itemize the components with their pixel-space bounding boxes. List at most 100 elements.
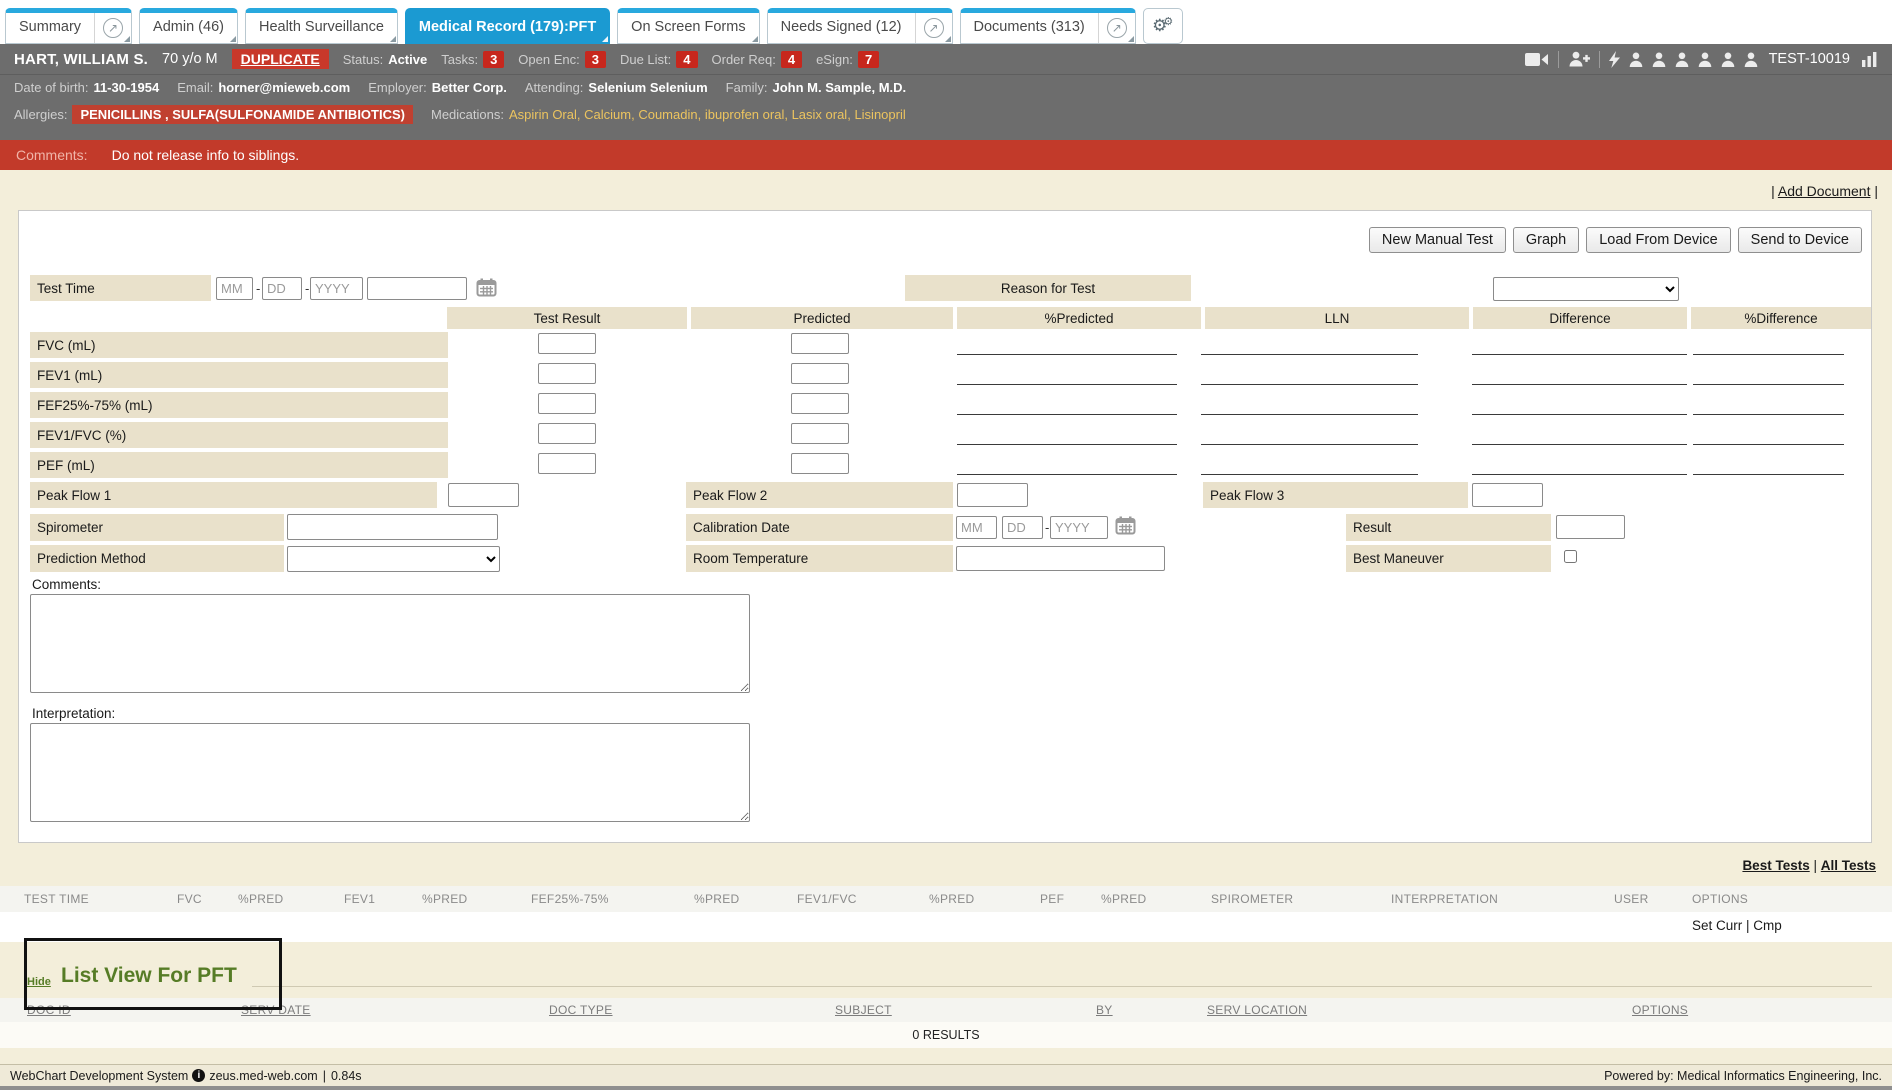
medication-link[interactable]: Lisinopril	[854, 107, 905, 122]
medications-label: Medications:	[431, 107, 504, 122]
open-enc-label: Open Enc:	[518, 52, 579, 67]
calibration-day-input[interactable]	[1002, 516, 1043, 539]
bar-chart-icon[interactable]	[1861, 52, 1878, 67]
interpretation-textarea[interactable]	[30, 723, 750, 822]
person-icon[interactable]	[1698, 52, 1712, 67]
doc-col-by[interactable]: BY	[1096, 1003, 1207, 1017]
add-document-link[interactable]: Add Document	[1778, 183, 1871, 199]
medication-link[interactable]: Lasix oral	[792, 107, 855, 122]
settings-gear-button[interactable]: ⚙⚙	[1143, 8, 1183, 44]
info-icon[interactable]: i	[192, 1069, 205, 1082]
best-tests-link[interactable]: Best Tests	[1742, 858, 1809, 873]
documents-popout-button[interactable]: ↗	[1098, 13, 1135, 43]
send-to-device-button[interactable]: Send to Device	[1738, 227, 1862, 253]
open-enc-count-badge[interactable]: 3	[585, 51, 606, 68]
fev1-predicted-input[interactable]	[791, 363, 849, 384]
peak-flow-1-input[interactable]	[448, 483, 519, 507]
employer-label: Employer:	[368, 80, 427, 95]
results-col-fev1-fvc: FEV1/FVC	[797, 892, 929, 906]
medication-link[interactable]: ibuprofen oral	[705, 107, 792, 122]
test-time-month-input[interactable]	[216, 277, 253, 300]
column-header-pct-difference: %Difference	[1691, 307, 1871, 329]
prediction-method-label: Prediction Method	[30, 545, 284, 572]
tab-needs-signed[interactable]: Needs Signed (12) ↗	[767, 8, 953, 44]
load-from-device-button[interactable]: Load From Device	[1586, 227, 1730, 253]
fev1-fvc-test-result-input[interactable]	[538, 423, 596, 444]
calendar-icon[interactable]	[476, 278, 497, 297]
calibration-year-input[interactable]	[1050, 516, 1108, 539]
best-maneuver-checkbox[interactable]	[1564, 550, 1577, 563]
due-list-count-badge[interactable]: 4	[676, 51, 697, 68]
fef-difference-line	[1472, 414, 1687, 415]
footer-bar: WebChart Development System i zeus.med-w…	[0, 1064, 1892, 1086]
duplicate-badge[interactable]: DUPLICATE	[232, 49, 329, 69]
person-icon[interactable]	[1629, 52, 1643, 67]
interpretation-field-label: Interpretation:	[32, 706, 115, 721]
medication-link[interactable]: Calcium	[584, 107, 638, 122]
tab-admin[interactable]: Admin (46)	[139, 8, 238, 44]
tab-health-surveillance[interactable]: Health Surveillance	[245, 8, 398, 44]
tasks-count-badge[interactable]: 3	[483, 51, 504, 68]
test-time-year-input[interactable]	[310, 277, 363, 300]
footer-host: zeus.med-web.com	[209, 1069, 317, 1083]
results-col-user: USER	[1614, 892, 1692, 906]
person-icon[interactable]	[1721, 52, 1735, 67]
esign-count-badge[interactable]: 7	[858, 51, 879, 68]
hide-list-view-link[interactable]: Hide	[27, 976, 51, 988]
graph-button[interactable]: Graph	[1513, 227, 1579, 253]
tab-on-screen-forms[interactable]: On Screen Forms	[617, 8, 759, 44]
footer-app-name: WebChart Development System	[10, 1069, 188, 1083]
dob-label: Date of birth:	[14, 80, 88, 95]
person-icon[interactable]	[1744, 52, 1758, 67]
person-icon[interactable]	[1652, 52, 1666, 67]
calibration-date-label: Calibration Date	[686, 514, 953, 541]
calendar-icon[interactable]	[1115, 516, 1136, 535]
doc-col-options[interactable]: OPTIONS	[1632, 1003, 1892, 1017]
test-time-day-input[interactable]	[262, 277, 302, 300]
reason-for-test-select[interactable]	[1493, 277, 1679, 301]
doc-col-serv-date[interactable]: SERV DATE	[241, 1003, 549, 1017]
doc-col-serv-location[interactable]: SERV LOCATION	[1207, 1003, 1632, 1017]
medication-link[interactable]: Coumadin	[638, 107, 705, 122]
doc-col-subject[interactable]: SUBJECT	[835, 1003, 1096, 1017]
tab-needs-signed-label: Needs Signed (12)	[768, 13, 915, 43]
row-label-fef: FEF25%-75% (mL)	[30, 392, 448, 418]
calibration-month-input[interactable]	[956, 516, 997, 539]
fvc-test-result-input[interactable]	[538, 333, 596, 354]
lightning-bolt-icon[interactable]	[1609, 51, 1620, 68]
pef-predicted-input[interactable]	[791, 453, 849, 474]
peak-flow-2-input[interactable]	[957, 483, 1028, 507]
set-curr-cmp-links[interactable]: Set Curr | Cmp	[1692, 918, 1782, 933]
column-header-difference: Difference	[1473, 307, 1687, 329]
prediction-method-select[interactable]	[287, 546, 500, 572]
fvc-predicted-input[interactable]	[791, 333, 849, 354]
video-camera-icon[interactable]	[1525, 52, 1549, 67]
allergies-badge[interactable]: PENICILLINS , SULFA(SULFONAMIDE ANTIBIOT…	[72, 105, 413, 124]
fef-test-result-input[interactable]	[538, 393, 596, 414]
tab-documents[interactable]: Documents (313) ↗	[960, 8, 1136, 44]
doc-col-doc-type[interactable]: DOC TYPE	[549, 1003, 835, 1017]
tab-summary[interactable]: Summary ↗	[5, 8, 132, 44]
fev1-fvc-predicted-input[interactable]	[791, 423, 849, 444]
test-time-time-input[interactable]	[367, 277, 467, 300]
results-col-spirometer: SPIROMETER	[1211, 892, 1391, 906]
comments-textarea[interactable]	[30, 594, 750, 693]
room-temperature-input[interactable]	[956, 546, 1165, 571]
gear-icon: ⚙	[1163, 15, 1173, 28]
summary-popout-button[interactable]: ↗	[94, 13, 131, 43]
pef-test-result-input[interactable]	[538, 453, 596, 474]
add-person-icon[interactable]	[1568, 51, 1590, 67]
all-tests-link[interactable]: All Tests	[1821, 858, 1876, 873]
column-header-pct-predicted: %Predicted	[957, 307, 1201, 329]
spirometer-input[interactable]	[287, 514, 498, 540]
medication-link[interactable]: Aspirin Oral	[509, 107, 584, 122]
needs-signed-popout-button[interactable]: ↗	[915, 13, 952, 43]
peak-flow-3-input[interactable]	[1472, 483, 1543, 507]
fef-predicted-input[interactable]	[791, 393, 849, 414]
new-manual-test-button[interactable]: New Manual Test	[1369, 227, 1506, 253]
order-req-count-badge[interactable]: 4	[781, 51, 802, 68]
person-icon[interactable]	[1675, 52, 1689, 67]
fev1-test-result-input[interactable]	[538, 363, 596, 384]
tab-medical-record[interactable]: Medical Record (179):PFT	[405, 8, 610, 44]
result-input[interactable]	[1556, 515, 1625, 539]
